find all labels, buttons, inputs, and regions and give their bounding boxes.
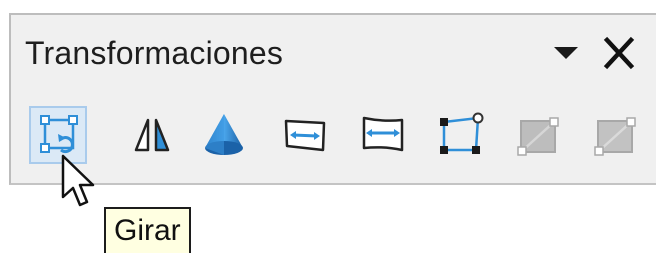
- distort-icon: [440, 112, 484, 154]
- panel-close-button[interactable]: [599, 35, 639, 71]
- 3d-object-button[interactable]: [195, 106, 253, 164]
- tooltip-text: Girar: [114, 214, 181, 247]
- transparency-icon: [594, 117, 636, 156]
- gradient-button[interactable]: [509, 106, 567, 164]
- mouse-pointer-icon: [61, 154, 95, 207]
- perspective-circle-icon: [284, 119, 326, 152]
- perspective-circle-button[interactable]: [276, 106, 334, 164]
- distort-button[interactable]: [432, 106, 490, 164]
- slant-circle-icon: [362, 116, 404, 152]
- flip-button[interactable]: [123, 106, 181, 164]
- transformations-panel: Transformaciones: [9, 13, 656, 185]
- cone-3d-icon: [205, 114, 243, 155]
- panel-title: Transformaciones: [25, 35, 284, 71]
- flip-icon: [134, 118, 170, 152]
- screen: Transformaciones Girar: [0, 0, 656, 253]
- panel-menu-button[interactable]: [549, 37, 583, 67]
- slant-circle-button[interactable]: [354, 106, 412, 164]
- tooltip: Girar: [104, 207, 191, 253]
- panel-titlebar: Transformaciones: [11, 15, 656, 90]
- close-icon: [603, 36, 635, 70]
- transparency-button[interactable]: [586, 106, 644, 164]
- dropdown-triangle-icon: [554, 47, 578, 59]
- gradient-icon: [517, 117, 559, 156]
- transformations-toolbar: [11, 93, 656, 179]
